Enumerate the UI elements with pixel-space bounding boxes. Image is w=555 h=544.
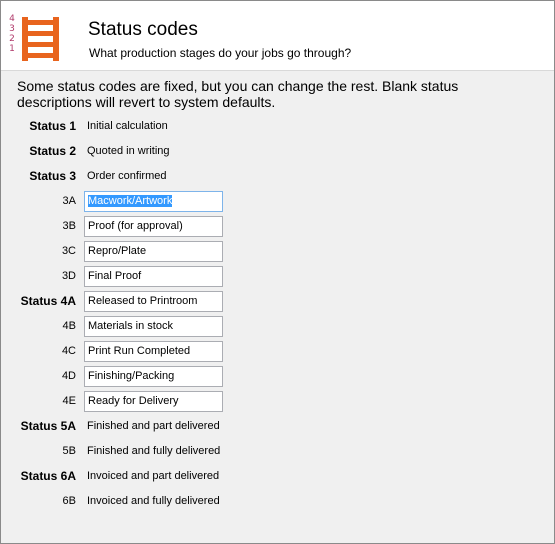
status-row: 4D Finishing/Packing [1, 366, 554, 388]
status-code-label: 4B [62, 320, 76, 332]
ladder-number: 3 [9, 24, 15, 34]
status-description-input[interactable]: Released to Printroom [84, 291, 223, 312]
status-code-label: Status 5A [20, 419, 76, 433]
ladder-icon [22, 17, 59, 61]
status-description-value: Materials in stock [88, 320, 173, 332]
status-code-label: Status 1 [29, 119, 76, 133]
status-description-value: Ready for Delivery [88, 395, 179, 407]
status-code-label: 4E [62, 395, 76, 407]
status-row: Status 4A Released to Printroom [1, 291, 554, 313]
status-row: 3D Final Proof [1, 266, 554, 288]
status-description-value: Finishing/Packing [88, 370, 175, 382]
status-description-text: Initial calculation [87, 120, 168, 132]
ladder-number: 1 [9, 44, 15, 54]
status-code-label: 5B [62, 445, 76, 457]
status-row: 4B Materials in stock [1, 316, 554, 338]
dialog-subtitle: What production stages do your jobs go t… [89, 46, 352, 60]
status-description-value: Repro/Plate [88, 245, 147, 257]
status-description-text: Invoiced and fully delivered [87, 495, 220, 507]
status-description-text: Order confirmed [87, 170, 167, 182]
status-row: Status 6A Invoiced and part delivered [1, 466, 554, 488]
status-description-input[interactable]: Print Run Completed [84, 341, 223, 362]
status-description-input[interactable]: Materials in stock [84, 316, 223, 337]
status-row: Status 1 Initial calculation [1, 116, 554, 138]
status-description-input[interactable]: Final Proof [84, 266, 223, 287]
intro-text: Some status codes are fixed, but you can… [17, 78, 459, 110]
status-code-label: Status 6A [20, 469, 76, 483]
status-description-value: Print Run Completed [88, 345, 191, 357]
status-code-label: 3A [62, 195, 76, 207]
status-row: 4E Ready for Delivery [1, 391, 554, 413]
status-row: 3B Proof (for approval) [1, 216, 554, 238]
dialog-title: Status codes [88, 19, 198, 40]
status-description-input[interactable]: Macwork/Artwork [84, 191, 223, 212]
ladder-number: 4 [9, 14, 15, 24]
status-description-value: Proof (for approval) [88, 220, 183, 232]
status-code-label: 3C [61, 245, 76, 257]
status-description-text: Finished and fully delivered [87, 445, 221, 457]
status-row: 4C Print Run Completed [1, 341, 554, 363]
status-row: 6B Invoiced and fully delivered [1, 491, 554, 513]
status-code-label: 4D [61, 370, 76, 382]
status-row: 5B Finished and fully delivered [1, 441, 554, 463]
status-row: 3A Macwork/Artwork [1, 191, 554, 213]
status-description-value: Final Proof [88, 270, 142, 282]
status-row: 3C Repro/Plate [1, 241, 554, 263]
status-description-value: Macwork/Artwork [88, 195, 173, 207]
status-code-label: Status 2 [29, 144, 76, 158]
status-code-label: Status 3 [29, 169, 76, 183]
status-row: Status 5A Finished and part delivered [1, 416, 554, 438]
status-code-label: 3B [62, 220, 76, 232]
status-code-label: Status 4A [20, 294, 76, 308]
status-row: Status 2 Quoted in writing [1, 141, 554, 163]
status-codes-dialog: 4 3 2 1 Status codes What production sta… [0, 0, 555, 544]
ladder-numbers: 4 3 2 1 [6, 14, 18, 54]
status-description-text: Invoiced and part delivered [87, 470, 220, 482]
status-description-input[interactable]: Finishing/Packing [84, 366, 223, 387]
status-description-input[interactable]: Proof (for approval) [84, 216, 223, 237]
status-description-value: Released to Printroom [88, 295, 198, 307]
status-description-text: Finished and part delivered [87, 420, 220, 432]
status-code-label: 3D [61, 270, 76, 282]
ladder-number: 2 [9, 34, 15, 44]
dialog-header: 4 3 2 1 Status codes What production sta… [1, 1, 554, 71]
status-code-label: 6B [62, 495, 76, 507]
status-description-text: Quoted in writing [87, 145, 170, 157]
status-description-input[interactable]: Repro/Plate [84, 241, 223, 262]
status-description-input[interactable]: Ready for Delivery [84, 391, 223, 412]
status-row: Status 3 Order confirmed [1, 166, 554, 188]
status-code-label: 4C [61, 345, 76, 357]
